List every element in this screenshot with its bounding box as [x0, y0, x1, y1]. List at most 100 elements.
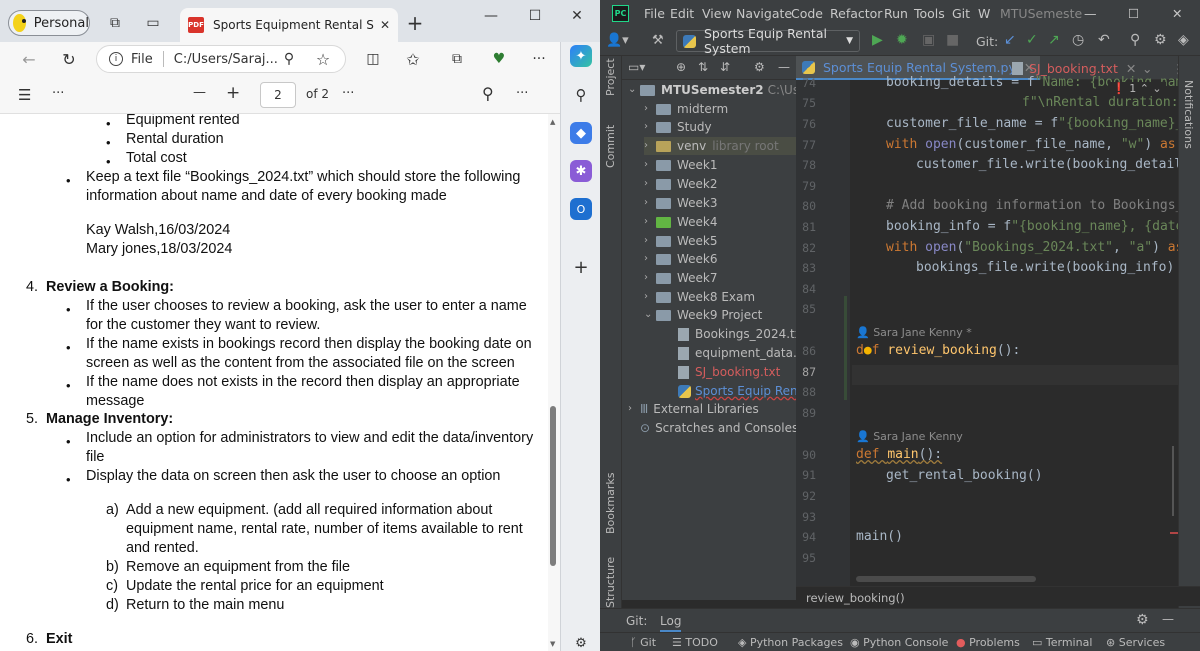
bottom-tab-todo[interactable]: ☰ TODO [672, 636, 718, 649]
bottom-tab-python-packages[interactable]: ◈ Python Packages [738, 636, 843, 649]
history-icon[interactable]: ◷ [1072, 32, 1084, 48]
tree-folder[interactable]: › Week8 Exam [644, 288, 755, 306]
menu-tools[interactable]: Tools [914, 6, 945, 21]
search-icon[interactable]: ⚲ [570, 84, 592, 106]
tree-folder[interactable]: › Week3 [644, 194, 718, 212]
bottom-tab-python-console[interactable]: ◉ Python Console [850, 636, 948, 649]
ide-minimize-icon[interactable]: — [1084, 6, 1097, 21]
address-bar[interactable]: i File C:/Users/Saraj... [96, 45, 346, 73]
ide-close-icon[interactable]: ✕ [1172, 6, 1182, 21]
search-everywhere-icon[interactable]: ⚲ [1130, 32, 1140, 48]
tree-file[interactable]: SJ_booking.txt [678, 363, 780, 381]
project-tool-tab[interactable]: Project [604, 58, 617, 96]
menu-edit[interactable]: Edit [670, 6, 694, 21]
commit-tool-tab[interactable]: Commit [604, 125, 617, 168]
contents-list-icon[interactable]: ☰ [18, 86, 31, 104]
find-icon[interactable]: ⚲ [482, 84, 494, 103]
horizontal-scrollbar[interactable] [856, 576, 1036, 582]
sidebar-settings-icon[interactable]: ⚙ [570, 632, 592, 651]
rollback-icon[interactable]: ↶ [1098, 32, 1110, 48]
run-configuration-select[interactable]: Sports Equip Rental System ▼ [676, 26, 860, 56]
bookmarks-tool-tab[interactable]: Bookmarks [604, 473, 617, 534]
bottom-tab-terminal[interactable]: ▭ Terminal [1032, 636, 1092, 649]
maximize-icon[interactable]: ☐ [524, 8, 546, 28]
close-tab-icon[interactable]: ✕ [380, 18, 390, 32]
menu-navigate[interactable]: Navigate [736, 6, 792, 21]
menu-view[interactable]: View [702, 6, 732, 21]
bottom-tab-problems[interactable]: ● Problems [956, 636, 1020, 649]
settings-gear-icon[interactable]: ⚙ [1154, 32, 1167, 48]
split-screen-icon[interactable]: ◫ [364, 50, 382, 68]
pdf-more-left-icon[interactable]: ··· [52, 86, 64, 101]
locate-icon[interactable]: ⊕ [676, 60, 686, 74]
collapse-icon[interactable]: ⇵ [720, 60, 730, 74]
minimize-icon[interactable]: — [480, 8, 502, 28]
menu-git[interactable]: Git [952, 6, 970, 21]
git-push-icon[interactable]: ↗ [1048, 32, 1060, 48]
pdf-more-icon[interactable]: ··· [342, 86, 354, 101]
tree-folder[interactable]: › Week7 [644, 269, 718, 287]
tree-file[interactable]: equipment_data.txt [678, 344, 796, 362]
zoom-out-button[interactable]: — [193, 85, 206, 100]
tree-folder[interactable]: › Week6 [644, 250, 718, 268]
new-tab-icon[interactable]: + [406, 11, 424, 35]
close-window-icon[interactable]: ✕ [566, 8, 588, 28]
tree-folder[interactable]: › Week4 [644, 213, 718, 231]
gear-icon[interactable]: ⚙ [1136, 612, 1149, 628]
tree-folder[interactable]: › Week2 [644, 175, 718, 193]
tree-folder[interactable]: › Week1 [644, 156, 718, 174]
zoom-icon[interactable]: ⚲ [280, 50, 298, 68]
tree-file[interactable]: Bookings_2024.txt [678, 325, 796, 343]
tree-scratches[interactable]: ⊙ Scratches and Consoles [640, 419, 796, 437]
debug-icon[interactable]: ✹ [896, 32, 908, 48]
add-sidebar-app-icon[interactable]: + [570, 256, 592, 278]
menu-code[interactable]: Code [791, 6, 823, 21]
profile-button[interactable]: Personal [8, 10, 90, 36]
favorites-icon[interactable]: ✩ [404, 50, 422, 69]
notifications-tool-tab[interactable]: Notifications [1182, 80, 1195, 149]
menu-refactor[interactable]: Refactor [830, 6, 882, 21]
settings-more-icon[interactable]: ··· [530, 50, 548, 68]
browser-essentials-icon[interactable]: ♥ [490, 50, 508, 68]
pdf-options-icon[interactable]: ··· [516, 86, 528, 101]
git-update-icon[interactable]: ↙ [1004, 32, 1016, 48]
stop-icon[interactable]: ■ [946, 32, 959, 48]
tree-folder-open[interactable]: ⌄ Week9 Project [644, 306, 762, 324]
refresh-icon[interactable]: ↻ [60, 50, 78, 69]
workspaces-icon[interactable]: ⧉ [106, 14, 124, 32]
tools-icon[interactable]: ✱ [570, 160, 592, 182]
menu-file[interactable]: File [644, 6, 665, 21]
hide-panel-icon[interactable]: — [1162, 612, 1174, 626]
menu-window[interactable]: W [978, 6, 990, 21]
copilot-icon[interactable]: ✦ [570, 45, 592, 67]
tree-file-python[interactable]: Sports Equip Rental [678, 382, 796, 400]
hammer-icon[interactable]: ⚒ [652, 33, 664, 48]
gear-icon[interactable]: ⚙ [754, 60, 765, 74]
pdf-scrollbar[interactable]: ▲ ▼ [548, 114, 560, 651]
code-area[interactable]: booking_details = f"Name: {booking_name}… [852, 75, 1200, 600]
outlook-icon[interactable]: O [570, 198, 592, 220]
inspection-widget[interactable]: ❗ 1 ⌃ ⌄ [1108, 82, 1166, 95]
bottom-tab-git[interactable]: ᚴ Git [630, 636, 656, 649]
close-tab-icon[interactable]: ✕ [1126, 61, 1136, 76]
zoom-in-button[interactable]: + [226, 83, 240, 103]
tree-folder[interactable]: › midterm [644, 100, 728, 118]
tree-folder[interactable]: › Week5 [644, 232, 718, 250]
bottom-tab-services[interactable]: ⊛ Services [1106, 636, 1165, 649]
git-commit-icon[interactable]: ✓ [1026, 32, 1038, 48]
tree-external-libraries[interactable]: › Ⅲ External Libraries [628, 400, 759, 418]
tree-folder[interactable]: › Study [644, 118, 712, 136]
tree-folder-venv[interactable]: › venv library root [644, 137, 796, 155]
user-icon[interactable]: 👤▾ [606, 33, 629, 48]
ide-maximize-icon[interactable]: ☐ [1128, 6, 1139, 21]
tab-actions-icon[interactable]: ▭ [144, 14, 162, 32]
breadcrumb[interactable]: review_booking() [796, 586, 1200, 606]
back-icon[interactable]: ← [20, 50, 38, 69]
scrollbar-thumb[interactable] [550, 406, 556, 566]
tree-root[interactable]: ⌄ MTUSemester2 C:\Users\ [628, 81, 796, 99]
browser-tab-active[interactable]: PDF Sports Equipment Rental Syster ✕ [180, 8, 398, 42]
menu-run[interactable]: Run [884, 6, 908, 21]
page-number-input[interactable]: 2 [260, 82, 296, 108]
coverage-icon[interactable]: ▣ [922, 32, 935, 48]
run-icon[interactable]: ▶ [872, 32, 883, 48]
